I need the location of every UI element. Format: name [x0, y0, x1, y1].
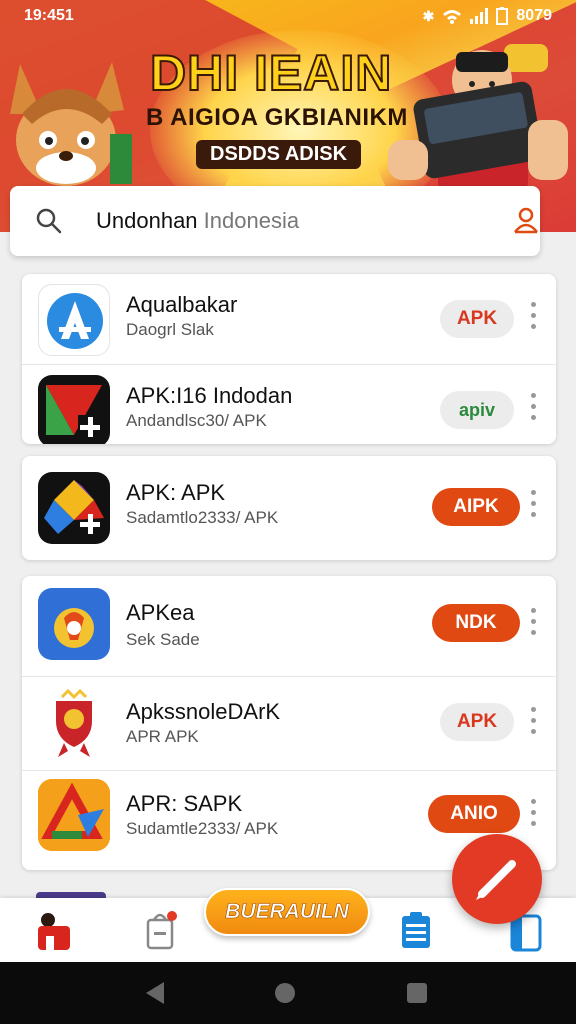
app-name: ApkssnoleDArK: [126, 699, 281, 724]
apk-button[interactable]: APK: [440, 703, 514, 741]
apk-button[interactable]: ANIO: [428, 795, 520, 833]
back-icon[interactable]: [142, 980, 168, 1006]
app-name: Aqualbakar: [126, 292, 238, 317]
edit-fab-button[interactable]: [452, 834, 542, 924]
app-name: APKea: [126, 600, 195, 625]
search-bar[interactable]: Undonhan Indonesia: [10, 186, 540, 256]
app-icon: [38, 687, 110, 759]
list-item[interactable]: APK: APK Sadamtlo2333/ APK AIPK: [22, 462, 556, 552]
app-icon: [38, 779, 110, 851]
status-time: 19:451: [24, 7, 74, 24]
banner-title: DHI IEAIN: [149, 44, 393, 102]
app-icon: [38, 472, 110, 544]
app-name: APK: APK: [126, 480, 226, 505]
apk-button[interactable]: AIPK: [432, 488, 520, 526]
more-options-icon[interactable]: [526, 490, 540, 524]
app-name: APR: SAPK: [126, 791, 243, 816]
system-navigation-bar: [0, 962, 576, 1024]
app-subtitle: APR APK: [126, 727, 199, 746]
fox-mascot-illustration: [10, 62, 132, 186]
app-list-card: APKea Sek Sade NDK ApkssnoleDArK APR APK…: [22, 576, 556, 870]
recents-icon[interactable]: [404, 980, 430, 1006]
battery-icon: [496, 7, 509, 25]
pencil-icon: [476, 860, 516, 900]
user-icon[interactable]: [510, 204, 542, 236]
banner-tag: DSDDS ADISK: [196, 140, 362, 169]
signal-icon: [470, 8, 489, 24]
app-subtitle: Daogrl Slak: [126, 320, 214, 339]
list-item[interactable]: APK:I16 Indodan Andandlsc30/ APK apiv: [22, 364, 556, 444]
app-subtitle: Sudamtle2333/ APK: [126, 819, 279, 838]
search-icon[interactable]: [34, 206, 64, 236]
app-list-card: Aqualbakar Daogrl Slak APK APK:I16 Indod…: [22, 274, 556, 444]
more-options-icon[interactable]: [526, 707, 540, 741]
more-options-icon[interactable]: [526, 799, 540, 833]
app-list-card: APK: APK Sadamtlo2333/ APK AIPK: [22, 456, 556, 560]
more-options-icon[interactable]: [526, 608, 540, 642]
apk-button[interactable]: NDK: [432, 604, 520, 642]
app-icon: [38, 375, 110, 444]
list-item[interactable]: APKea Sek Sade NDK: [22, 576, 556, 676]
promo-button[interactable]: BUERAUILN: [204, 888, 370, 936]
app-subtitle: Andandlsc30/ APK: [126, 411, 267, 430]
apk-button[interactable]: apiv: [440, 391, 514, 429]
battery-percent: 8079: [516, 7, 552, 24]
bluetooth-icon: ✱: [422, 7, 435, 24]
app-icon: [38, 284, 110, 356]
banner-subtitle: B AIGIOA GKBIANIKM: [146, 104, 408, 131]
app-subtitle: Sadamtlo2333/ APK: [126, 508, 279, 527]
search-query: Undonhan: [96, 208, 198, 233]
more-options-icon[interactable]: [526, 393, 540, 427]
status-icons: ✱ 8079: [423, 7, 552, 25]
more-options-icon[interactable]: [526, 302, 540, 336]
list-item[interactable]: ApkssnoleDArK APR APK APK: [22, 676, 556, 770]
apk-button[interactable]: APK: [440, 300, 514, 338]
status-bar: 19:451 ✱ 8079: [0, 0, 576, 34]
search-input[interactable]: Undonhan Indonesia: [96, 208, 299, 234]
app-screen: DHI IEAIN B AIGIOA GKBIANIKM DSDDS ADISK…: [0, 0, 576, 1024]
app-name: APK:I16 Indodan: [126, 383, 293, 408]
list-item[interactable]: Aqualbakar Daogrl Slak APK: [22, 274, 556, 364]
wifi-icon: [443, 10, 462, 24]
home-circle-icon[interactable]: [272, 980, 298, 1006]
app-icon: [38, 588, 110, 660]
search-query-rest: Indonesia: [197, 208, 300, 233]
home-icon[interactable]: [32, 908, 76, 952]
list-icon[interactable]: [394, 908, 438, 952]
store-bag-icon[interactable]: [138, 908, 182, 952]
app-subtitle: Sek Sade: [126, 630, 200, 649]
